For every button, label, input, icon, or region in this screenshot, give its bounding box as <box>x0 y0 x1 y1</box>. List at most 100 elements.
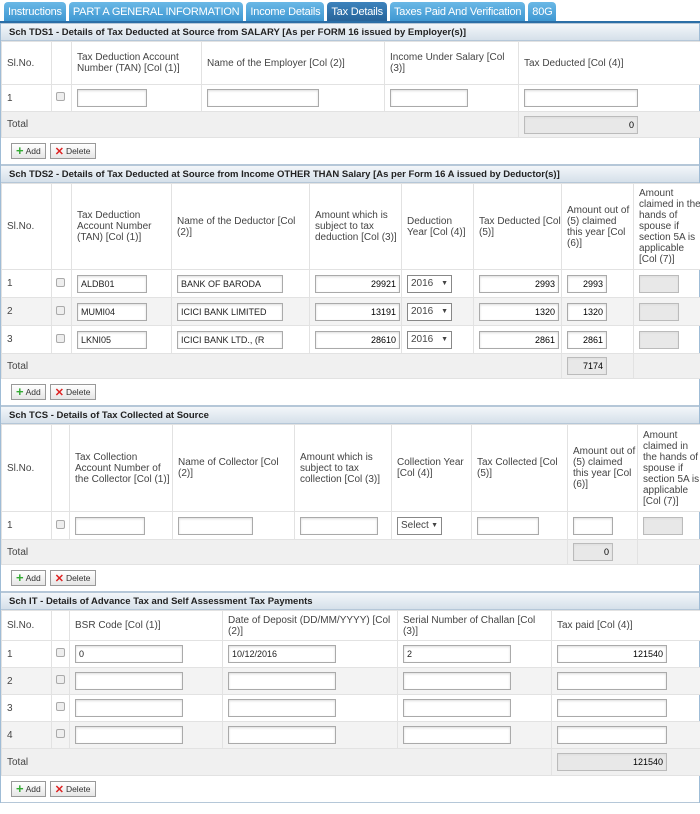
header-row: Sl.No. BSR Code [Col (1)] Date of Deposit … <box>1 610 700 641</box>
year-select[interactable]: 2016 ▼ <box>407 274 452 293</box>
row-select-checkbox[interactable] <box>56 648 65 657</box>
text-input[interactable] <box>75 516 145 535</box>
text-input[interactable] <box>390 89 468 107</box>
text-input[interactable] <box>479 274 559 293</box>
cell <box>69 511 173 540</box>
cell: ICICI BANK LTD., (R <box>171 325 310 354</box>
row-select-checkbox[interactable] <box>56 92 65 101</box>
total-label: Total <box>1 353 562 379</box>
text-input[interactable] <box>567 274 607 293</box>
total-label: Total <box>1 539 568 565</box>
tab-part-a-general-information[interactable]: PART A GENERAL INFORMATION <box>68 2 244 21</box>
text-input[interactable] <box>479 330 559 349</box>
text-input[interactable] <box>315 302 400 321</box>
cell: 0 <box>69 640 223 668</box>
text-input[interactable]: ICICI BANK LIMITED <box>177 302 283 321</box>
text-input[interactable]: LKNI05 <box>77 330 147 349</box>
tab-tax-details[interactable]: Tax Details <box>327 2 387 21</box>
cell <box>633 269 700 298</box>
tab-income-details[interactable]: Income Details <box>246 2 325 21</box>
add-label: Add <box>25 146 41 156</box>
header-row: Sl.No. Tax Deduction Account Number (TAN)… <box>1 41 700 85</box>
text-input[interactable] <box>75 672 183 690</box>
cell: 2016 ▼ <box>401 297 474 326</box>
cell <box>384 84 519 112</box>
text-input[interactable]: 2 <box>403 645 511 663</box>
text-input[interactable]: 0 <box>75 645 183 663</box>
text-input[interactable] <box>178 516 253 535</box>
text-input[interactable] <box>403 726 511 744</box>
year-select[interactable]: 2016 ▼ <box>407 302 452 321</box>
text-input[interactable] <box>403 699 511 717</box>
text-input[interactable] <box>557 699 667 717</box>
tcs-table: Sl.No. Tax Collection Account Number of t… <box>1 424 700 565</box>
cell <box>222 694 398 722</box>
text-input[interactable] <box>557 726 667 744</box>
text-input[interactable] <box>300 516 378 535</box>
row-select-checkbox[interactable] <box>56 519 65 529</box>
tab-80g[interactable]: 80G <box>528 2 557 21</box>
text-input[interactable] <box>75 726 183 744</box>
tab-instructions[interactable]: Instructions <box>4 2 66 21</box>
add-button[interactable]: + Add <box>11 384 46 400</box>
year-select[interactable]: Select ▼ <box>397 516 442 535</box>
table-row: 3 LKNI05 ICICI BANK LTD., (R 2016 ▼ <box>1 325 700 354</box>
text-input[interactable] <box>567 330 607 349</box>
plus-icon: + <box>16 384 24 399</box>
row-select-checkbox[interactable] <box>56 333 65 343</box>
text-input[interactable] <box>75 699 183 717</box>
cell <box>309 269 402 298</box>
delete-button[interactable]: ✕ Delete <box>49 384 96 400</box>
delete-button[interactable]: ✕ Delete <box>49 570 96 586</box>
delete-button[interactable]: ✕ Delete <box>49 781 96 797</box>
row-select-checkbox[interactable] <box>56 277 65 287</box>
text-input[interactable] <box>207 89 319 107</box>
total-row: Total <box>1 111 700 138</box>
column-header: Name of the Deductor [Col (2)] <box>171 183 310 270</box>
tab-taxes-paid-and-verification[interactable]: Taxes Paid And Verification <box>389 2 526 21</box>
add-button[interactable]: + Add <box>11 570 46 586</box>
add-label: Add <box>25 784 41 794</box>
text-input[interactable]: ICICI BANK LTD., (R <box>177 330 283 349</box>
add-button[interactable]: + Add <box>11 143 46 159</box>
cell <box>471 511 568 540</box>
delete-button[interactable]: ✕ Delete <box>49 143 96 159</box>
column-header: Tax Deduction Account Number (TAN) [Col … <box>71 41 202 85</box>
text-input[interactable]: BANK OF BARODA <box>177 274 283 293</box>
row-select-checkbox[interactable] <box>56 729 65 738</box>
add-button[interactable]: + Add <box>11 781 46 797</box>
button-bar: + Add ✕ Delete <box>1 776 699 803</box>
text-input[interactable] <box>228 699 336 717</box>
text-input[interactable] <box>315 274 400 293</box>
text-input[interactable]: MUMI04 <box>77 302 147 321</box>
text-input[interactable]: 10/12/2016 <box>228 645 336 663</box>
text-input[interactable]: ALDB01 <box>77 274 147 293</box>
text-input[interactable] <box>557 672 667 690</box>
text-input[interactable] <box>479 302 559 321</box>
cell: Select ▼ <box>391 511 472 540</box>
table-row: 2 MUMI04 ICICI BANK LIMITED 2016 ▼ <box>1 297 700 326</box>
text-input[interactable] <box>477 516 539 535</box>
row-select-checkbox[interactable] <box>56 702 65 711</box>
total-cell <box>567 539 638 565</box>
text-input[interactable] <box>315 330 400 349</box>
text-input[interactable] <box>524 89 638 107</box>
tax-details-form: Sch TDS1 - Details of Tax Deducted at So… <box>0 23 700 803</box>
year-select[interactable]: 2016 ▼ <box>407 330 452 349</box>
text-input[interactable] <box>567 302 607 321</box>
cell: 2016 ▼ <box>401 269 474 298</box>
row-select-checkbox[interactable] <box>56 675 65 684</box>
total-label: Total <box>1 111 519 138</box>
text-input[interactable] <box>403 672 511 690</box>
row-select-checkbox[interactable] <box>56 305 65 315</box>
cell <box>222 721 398 749</box>
text-input[interactable] <box>557 645 667 663</box>
text-input <box>639 302 679 321</box>
text-input[interactable] <box>573 516 613 535</box>
text-input[interactable] <box>77 89 147 107</box>
text-input[interactable] <box>228 726 336 744</box>
header-row: Sl.No. Tax Deduction Account Number (TAN)… <box>1 183 700 270</box>
cell <box>294 511 392 540</box>
cell <box>551 694 700 722</box>
text-input[interactable] <box>228 672 336 690</box>
